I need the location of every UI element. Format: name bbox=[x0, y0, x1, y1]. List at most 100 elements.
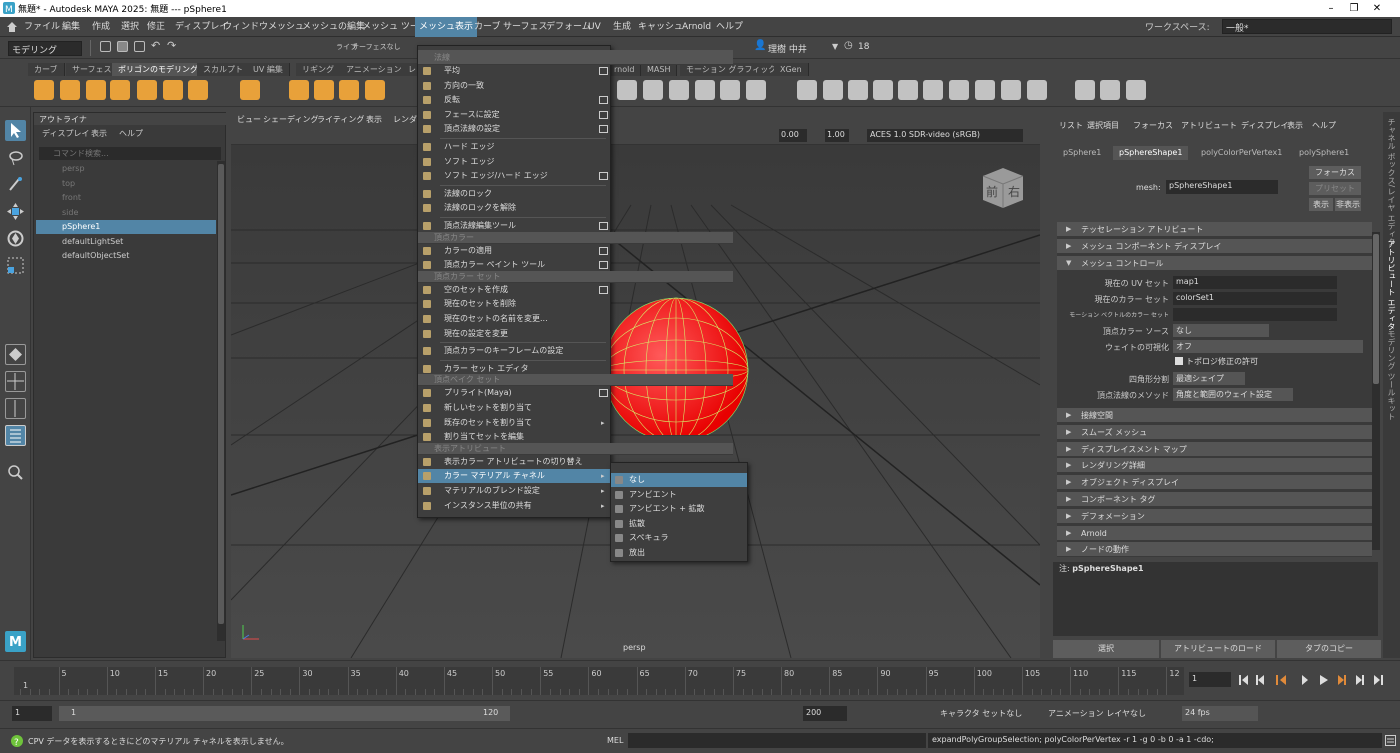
menu-item-4[interactable]: 修正 bbox=[143, 17, 169, 37]
move-tool-icon[interactable] bbox=[5, 201, 26, 222]
shelf-tool-icon[interactable] bbox=[617, 80, 637, 100]
submenu-item[interactable]: 放出 bbox=[611, 546, 747, 560]
shelf-tab-2[interactable]: ポリゴンのモデリング bbox=[112, 63, 205, 76]
select-tool-icon[interactable] bbox=[5, 120, 26, 141]
close-button[interactable]: ✕ bbox=[1354, 0, 1400, 17]
attribute-section[interactable]: ▶ レンダリング詳細 bbox=[1057, 458, 1372, 474]
menu-item[interactable]: マテリアルのブレンド設定 ▸ bbox=[418, 484, 610, 498]
ae-menu-item-5[interactable]: 表示 bbox=[1287, 120, 1303, 131]
hide-button[interactable]: 非表示 bbox=[1335, 198, 1361, 211]
outliner-item[interactable]: persp bbox=[36, 162, 216, 176]
ae-menu-item-1[interactable]: 選択項目 bbox=[1087, 120, 1119, 131]
outliner-item[interactable]: top bbox=[36, 177, 216, 191]
menu-item-17[interactable]: Arnold bbox=[678, 17, 715, 37]
chevron-down-icon[interactable]: ▼ bbox=[832, 42, 838, 51]
menu-item[interactable]: ソフト エッジ/ハード エッジ bbox=[418, 169, 610, 183]
end-frame-field[interactable]: 200 bbox=[803, 706, 847, 721]
menu-item[interactable]: ソフト エッジ bbox=[418, 155, 610, 169]
viewport-canvas[interactable]: 前 右 persp bbox=[231, 145, 1040, 658]
notes-area[interactable]: 注: pSphereShape1 bbox=[1053, 562, 1378, 636]
shelf-tool-icon[interactable] bbox=[240, 80, 260, 100]
paint-select-icon[interactable] bbox=[5, 174, 26, 195]
colorspace-dropdown[interactable]: ACES 1.0 SDR-video (sRGB) bbox=[867, 129, 1023, 142]
attribute-section[interactable]: ▶ メッシュ コンポーネント ディスプレイ bbox=[1057, 239, 1372, 254]
attribute-section[interactable]: ▶ コンポーネント タグ bbox=[1057, 492, 1372, 507]
shelf-tab-3[interactable]: スカルプト bbox=[197, 63, 250, 76]
menu-item-3[interactable]: 選択 bbox=[117, 17, 143, 37]
modeling-toolkit-tab[interactable]: モデリング ツールキット bbox=[1386, 330, 1397, 421]
shelf-tool-icon[interactable] bbox=[110, 80, 130, 100]
topology-checkbox[interactable] bbox=[1175, 357, 1183, 365]
option-box-icon[interactable] bbox=[599, 67, 608, 75]
shelf-tool-icon[interactable] bbox=[34, 80, 54, 100]
shelf-tool-icon[interactable] bbox=[720, 80, 740, 100]
outliner-menu-help[interactable]: ヘルプ bbox=[119, 128, 143, 139]
shelf-tool-icon[interactable] bbox=[1027, 80, 1047, 100]
new-scene-icon[interactable] bbox=[100, 41, 111, 52]
ae-menu-item-2[interactable]: フォーカス bbox=[1133, 120, 1173, 131]
viewport-menu-renderer[interactable]: レンダ bbox=[393, 114, 417, 125]
menu-item[interactable]: 新しいセットを割り当て bbox=[418, 401, 610, 415]
menu-item[interactable]: 平均 bbox=[418, 64, 610, 78]
attribute-section[interactable]: ▶ 接線空間 bbox=[1057, 408, 1372, 423]
ae-tab-1[interactable]: pSphereShape1 bbox=[1113, 146, 1189, 160]
menu-item[interactable]: カラーの適用 bbox=[418, 244, 610, 258]
search-icon[interactable] bbox=[5, 462, 26, 483]
user-account[interactable]: 👤 理樹 中井 bbox=[754, 40, 842, 55]
range-bar[interactable]: 1 120 bbox=[59, 706, 510, 721]
two-pane-layout-icon[interactable] bbox=[5, 398, 26, 419]
menu-item-10[interactable]: メッシュ表示 bbox=[415, 17, 478, 37]
option-box-icon[interactable] bbox=[599, 110, 608, 119]
shelf-tool-icon[interactable] bbox=[746, 80, 766, 100]
shelf-tool-icon[interactable] bbox=[923, 80, 943, 100]
mesh-name-field[interactable]: pSphereShape1 bbox=[1166, 180, 1278, 194]
outliner-menu-show[interactable]: 表示 bbox=[91, 128, 107, 139]
shelf-tab-6[interactable]: アニメーション bbox=[340, 63, 409, 76]
attribute-section[interactable]: ▶ テッセレーション アトリビュート bbox=[1057, 222, 1372, 237]
shelf-tool-icon[interactable] bbox=[1075, 80, 1095, 100]
ae-tab-3[interactable]: polySphere1 bbox=[1293, 146, 1355, 160]
shelf-tool-icon[interactable] bbox=[1100, 80, 1120, 100]
lasso-tool-icon[interactable] bbox=[5, 147, 26, 168]
shelf-tab-11[interactable]: XGen bbox=[774, 63, 809, 76]
shelf-tool-icon[interactable] bbox=[86, 80, 106, 100]
menu-item[interactable]: 表示カラー アトリビュートの切り替え bbox=[418, 455, 610, 469]
ae-tab-0[interactable]: pSphere1 bbox=[1057, 146, 1107, 160]
current-color-set-field[interactable]: colorSet1 bbox=[1173, 292, 1337, 305]
menu-item[interactable]: 現在のセットを削除 bbox=[418, 297, 610, 311]
menu-item-1[interactable]: 編集 bbox=[58, 17, 84, 37]
channel-box-tab[interactable]: チャネル ボックス/レイヤ エディタ bbox=[1386, 118, 1397, 246]
outliner-item[interactable]: side bbox=[36, 206, 216, 220]
ae-menu-item-3[interactable]: アトリビュート bbox=[1181, 120, 1237, 131]
menu-item-14[interactable]: UV bbox=[584, 17, 605, 37]
attribute-section[interactable]: ▶ Arnold bbox=[1057, 525, 1372, 541]
single-pane-layout-icon[interactable] bbox=[5, 344, 26, 365]
viewport-menu-shading[interactable]: シェーディング bbox=[263, 114, 318, 125]
ae-menu-item-6[interactable]: ヘルプ bbox=[1312, 120, 1336, 131]
scrollbar-thumb[interactable] bbox=[1373, 234, 1379, 384]
command-input[interactable] bbox=[628, 733, 926, 748]
select-button[interactable]: 選択 bbox=[1053, 640, 1159, 658]
save-scene-icon[interactable] bbox=[134, 41, 145, 52]
shelf-tool-icon[interactable] bbox=[949, 80, 969, 100]
shelf-tool-icon[interactable] bbox=[643, 80, 663, 100]
scale-tool-icon[interactable] bbox=[5, 255, 26, 276]
viewport-menu-view[interactable]: ビュー bbox=[237, 114, 261, 125]
outliner-item[interactable]: pSphere1 bbox=[36, 220, 216, 234]
current-frame-field[interactable]: 1 bbox=[1189, 672, 1231, 687]
gamma-field[interactable]: 1.00 bbox=[825, 129, 849, 142]
menu-item[interactable]: 頂点カラーのキーフレームの設定 bbox=[418, 344, 610, 358]
menu-item-2[interactable]: 作成 bbox=[88, 17, 114, 37]
fps-dropdown[interactable]: 24 fps bbox=[1182, 706, 1258, 721]
option-box-icon[interactable] bbox=[599, 172, 608, 181]
viewport-menu-show[interactable]: 表示 bbox=[366, 114, 382, 125]
attribute-section[interactable]: ▶ ディスプレイスメント マップ bbox=[1057, 441, 1372, 457]
mel-label[interactable]: MEL bbox=[607, 736, 623, 745]
viewport-menu-lighting[interactable]: ライティング bbox=[317, 114, 364, 125]
menu-item[interactable]: 空のセットを作成 bbox=[418, 283, 610, 297]
shelf-tool-icon[interactable] bbox=[137, 80, 157, 100]
outliner-item[interactable]: front bbox=[36, 191, 216, 205]
home-icon[interactable] bbox=[6, 21, 18, 33]
submenu-item[interactable]: アンビエント + 拡散 bbox=[611, 502, 747, 516]
submenu-item[interactable]: スペキュラ bbox=[611, 531, 747, 545]
